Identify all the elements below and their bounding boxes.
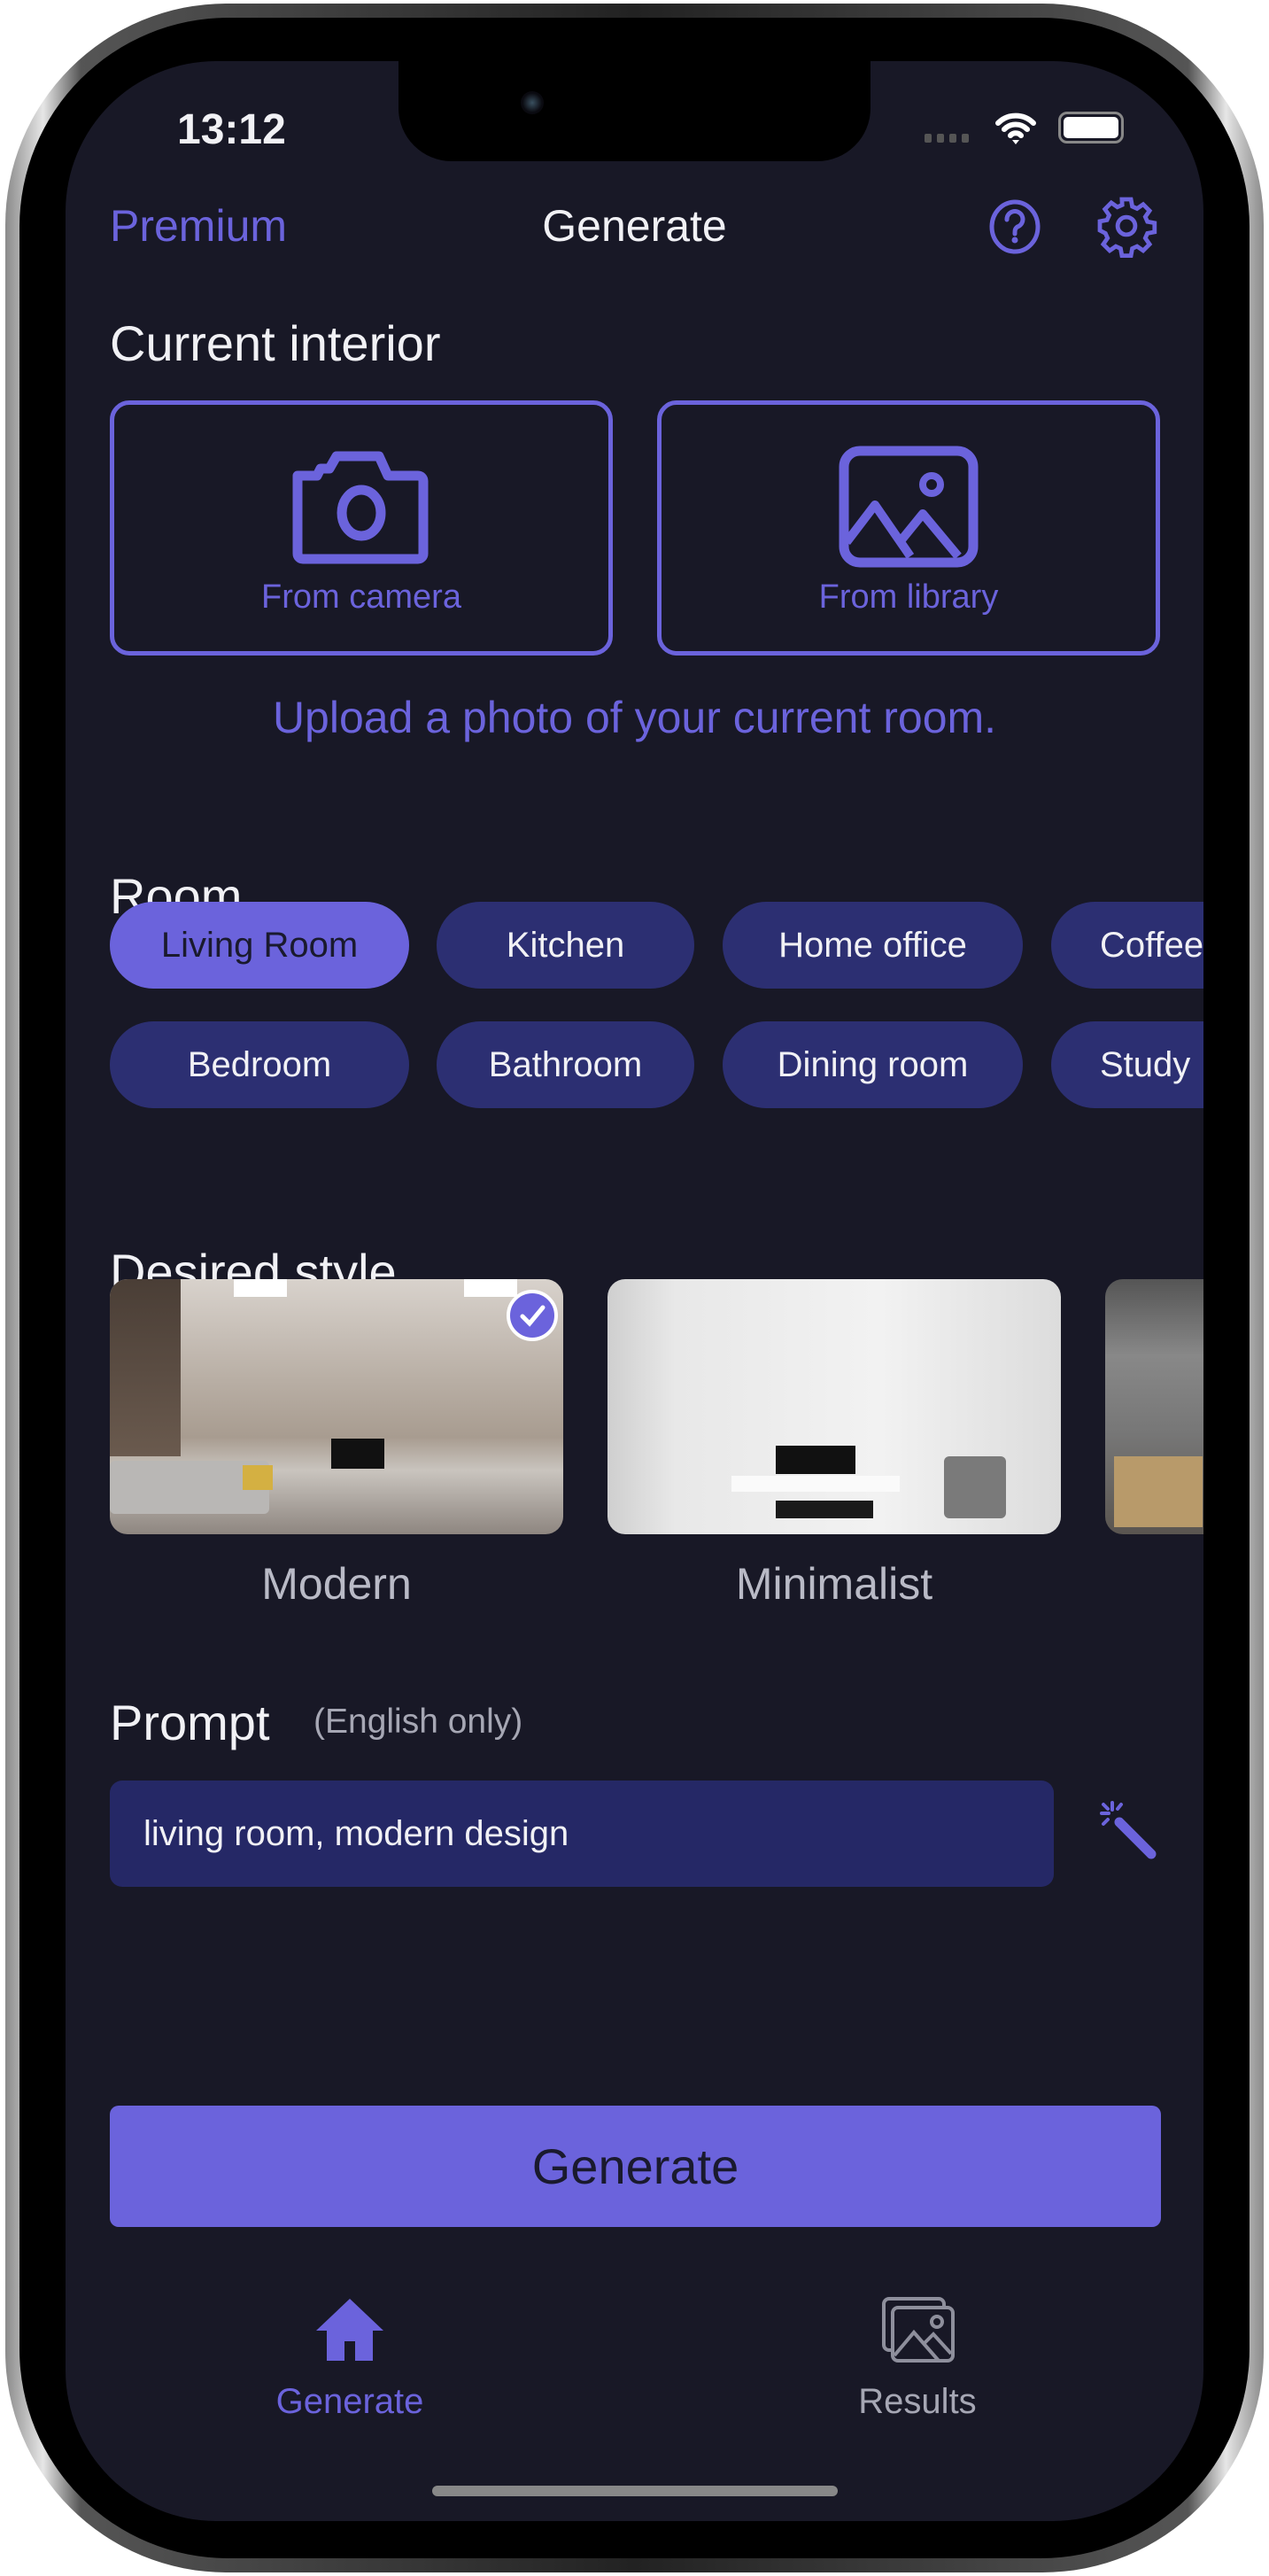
style-card-industrial[interactable] bbox=[1105, 1279, 1203, 1534]
room-chip-kitchen[interactable]: Kitchen bbox=[437, 902, 694, 989]
room-chip-living-room[interactable]: Living Room bbox=[110, 902, 409, 989]
from-library-label: From library bbox=[818, 578, 999, 616]
wifi-icon bbox=[995, 113, 1036, 144]
current-interior-heading: Current interior bbox=[110, 315, 441, 371]
generate-button[interactable]: Generate bbox=[110, 2106, 1161, 2227]
style-label-minimalist: Minimalist bbox=[735, 1559, 933, 1609]
tab-generate-label: Generate bbox=[275, 2382, 424, 2421]
home-indicator[interactable] bbox=[432, 2486, 838, 2496]
photos-stack-icon bbox=[882, 2297, 955, 2363]
style-label-modern: Modern bbox=[261, 1559, 412, 1609]
room-chip-home-office[interactable]: Home office bbox=[723, 902, 1023, 989]
room-chip-coffee[interactable]: Coffee bbox=[1051, 902, 1203, 989]
front-camera bbox=[521, 91, 544, 114]
room-chip-bathroom[interactable]: Bathroom bbox=[437, 1021, 694, 1108]
battery-icon bbox=[1058, 112, 1124, 144]
signal-icon bbox=[925, 134, 969, 143]
gear-icon[interactable] bbox=[1095, 194, 1158, 258]
room-chip-study[interactable]: Study bbox=[1051, 1021, 1203, 1108]
tab-results-label: Results bbox=[858, 2382, 977, 2421]
photo-library-icon bbox=[839, 446, 979, 568]
screen: 13:12 Premium Generate Current interior … bbox=[66, 61, 1203, 2521]
status-time: 13:12 bbox=[177, 106, 286, 153]
magic-wand-icon[interactable] bbox=[1093, 1796, 1160, 1863]
from-camera-button[interactable]: From camera bbox=[110, 400, 613, 656]
tab-results[interactable]: Results bbox=[829, 2295, 1006, 2428]
prompt-note: (English only) bbox=[313, 1703, 523, 1741]
upload-hint: Upload a photo of your current room. bbox=[272, 693, 997, 742]
tab-generate[interactable]: Generate bbox=[261, 2295, 438, 2428]
from-library-button[interactable]: From library bbox=[657, 400, 1160, 656]
prompt-heading: Prompt bbox=[110, 1695, 270, 1750]
style-card-minimalist[interactable] bbox=[607, 1279, 1061, 1534]
home-icon bbox=[316, 2299, 383, 2361]
selected-check-icon bbox=[507, 1290, 558, 1341]
room-chip-bedroom[interactable]: Bedroom bbox=[110, 1021, 409, 1108]
prompt-input[interactable]: living room, modern design bbox=[110, 1781, 1054, 1887]
style-card-modern[interactable] bbox=[110, 1279, 563, 1534]
camera-icon bbox=[292, 451, 429, 564]
question-circle-icon[interactable] bbox=[988, 198, 1041, 255]
from-camera-label: From camera bbox=[261, 578, 461, 616]
room-chip-dining-room[interactable]: Dining room bbox=[723, 1021, 1023, 1108]
notch bbox=[398, 61, 871, 161]
